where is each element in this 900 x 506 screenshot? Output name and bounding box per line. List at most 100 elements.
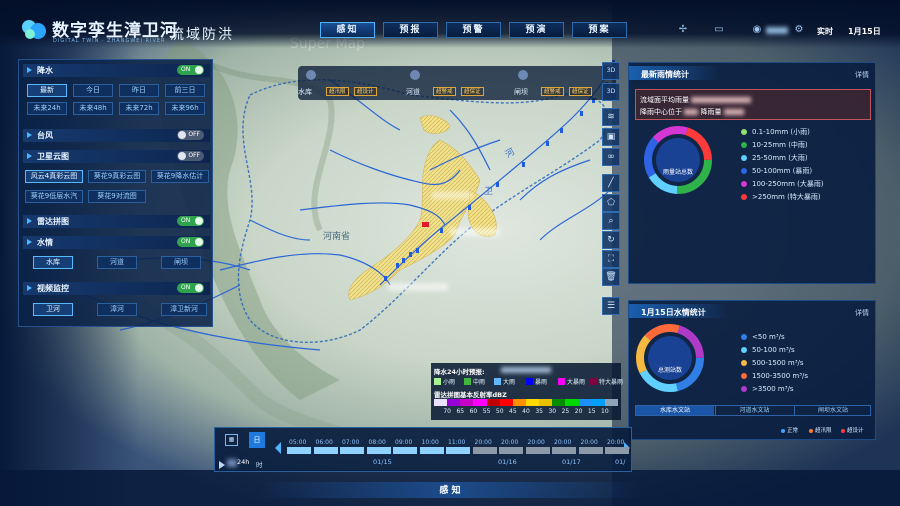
- refresh-icon[interactable]: ↻: [602, 231, 620, 249]
- rain-latest-button[interactable]: 最新: [27, 84, 67, 97]
- timeline-segment[interactable]: [472, 447, 497, 454]
- water-toggle[interactable]: ON: [177, 237, 204, 247]
- badge-sluice-over-warning: 超警戒: [541, 87, 564, 96]
- timeline-segment[interactable]: [552, 447, 576, 454]
- rain-toggle[interactable]: ON: [177, 65, 204, 75]
- fit-icon[interactable]: ⛶: [602, 250, 620, 268]
- timeline-segment[interactable]: [366, 447, 391, 454]
- tab-perceive[interactable]: 感知: [320, 22, 375, 38]
- rain-level-swatch: [434, 378, 441, 385]
- user-icon[interactable]: ◉: [750, 23, 764, 37]
- timeline-tick-label: 20:00: [501, 439, 519, 446]
- timeline-tick-label: 07:00: [342, 439, 360, 446]
- water-section-header: 水情 ON: [23, 236, 210, 249]
- rain-next48h-button[interactable]: 未来48h: [73, 102, 113, 115]
- radar-scale-swatch: [578, 399, 593, 406]
- water-sluice-button[interactable]: 闸坝: [161, 256, 201, 269]
- timeline-segment[interactable]: [393, 447, 417, 454]
- alert-marker[interactable]: [422, 222, 429, 227]
- logo-icon: [22, 20, 46, 39]
- timeline-prev-arrow[interactable]: [275, 442, 281, 454]
- rain-legend-item: 50-100mm (暴雨): [741, 166, 812, 176]
- timeline-segment[interactable]: [525, 447, 550, 454]
- typhoon-toggle[interactable]: OFF: [177, 130, 204, 140]
- timeline-segment[interactable]: [605, 447, 629, 454]
- delete-icon[interactable]: 🗑: [602, 268, 620, 286]
- rain-level-item: 小雨: [434, 377, 455, 386]
- ruler-icon[interactable]: ╱: [602, 174, 620, 192]
- tab-plan[interactable]: 预案: [572, 22, 627, 38]
- legend-group-river: 河道: [406, 88, 420, 96]
- video-toggle[interactable]: ON: [177, 283, 204, 293]
- status-legend-bar: 水库 超汛限 超设计 河道 超警戒 超保证 闸坝 超警戒 超保证: [298, 66, 616, 100]
- rain-level-swatch: [464, 378, 471, 385]
- play-button[interactable]: [219, 461, 225, 469]
- tab-forecast[interactable]: 预报: [383, 22, 438, 38]
- rain-radar-legend: 降水24小时预报: 小雨 中雨 大雨 暴雨 大暴雨 特大暴雨 雷达拼图基本反射率dBZ 7…: [431, 363, 623, 420]
- timeline-segment[interactable]: [578, 447, 603, 454]
- water-label: 水情: [37, 238, 53, 247]
- day-mode-button[interactable]: 日: [249, 432, 265, 448]
- rain-level-swatch: [494, 378, 501, 385]
- radar-legend-title: 雷达拼图基本反射率dBZ: [434, 391, 507, 399]
- water-reservoir-button[interactable]: 水库: [33, 256, 73, 269]
- sat-h9-convection-button[interactable]: 葵花9对流图: [88, 190, 146, 203]
- fan-icon[interactable]: ✢: [676, 23, 690, 37]
- rain-3days-button[interactable]: 前三日: [165, 84, 205, 97]
- badge-sluice-over-guarantee: 超保证: [569, 87, 592, 96]
- video-zwxh-button[interactable]: 漳卫新河: [161, 303, 207, 316]
- app-root: Super Map 河南省 河 卫 数字孪生漳卫河 DIGITAL TWIN ·…: [0, 0, 900, 506]
- expand-icon: [27, 153, 32, 159]
- rain-today-button[interactable]: 今日: [73, 84, 113, 97]
- video-weihe-button[interactable]: 卫河: [33, 303, 73, 316]
- header-bar: 数字孪生漳卫河 DIGITAL TWIN · ZHANGWEI RIVER 流域…: [0, 0, 900, 48]
- sat-fy4-button[interactable]: 风云4真彩云图: [25, 170, 83, 183]
- rain-stats-more-link[interactable]: 详情: [855, 70, 869, 80]
- rain-level-swatch: [526, 378, 533, 385]
- rain-next24h-button[interactable]: 未来24h: [27, 102, 67, 115]
- satellite-toggle[interactable]: OFF: [177, 151, 204, 161]
- rain-info-line2-suffix: 降雨量: [700, 108, 722, 116]
- rain-yesterday-button[interactable]: 昨日: [119, 84, 159, 97]
- radar-scale-label: 20: [574, 408, 583, 415]
- sat-h9-truecolor-button[interactable]: 葵花9真彩云图: [88, 170, 146, 183]
- radar-scale-swatch: [473, 399, 488, 406]
- timeline-segment[interactable]: [419, 447, 444, 454]
- tab-river-station[interactable]: 河道水文站: [715, 406, 793, 415]
- timeline-segment[interactable]: [446, 447, 470, 454]
- timeline-segment[interactable]: [313, 447, 338, 454]
- link-icon[interactable]: ∞: [602, 148, 620, 166]
- rain-donut-chart: [644, 126, 712, 194]
- timeline-segment[interactable]: [499, 447, 523, 454]
- water-legend-item: 500-1500 m³/s: [741, 359, 804, 367]
- tab-rehearsal[interactable]: 预演: [509, 22, 564, 38]
- list-icon[interactable]: ☰: [602, 297, 620, 315]
- calendar-icon[interactable]: ▦: [225, 434, 238, 446]
- timeline-segment[interactable]: [287, 447, 311, 454]
- sat-h9-vapor-button[interactable]: 葵花9低层水汽: [25, 190, 83, 203]
- timeline-tick-label: 05:00: [289, 439, 307, 446]
- tab-warning[interactable]: 预警: [446, 22, 501, 38]
- video-zhanghe-button[interactable]: 漳河: [97, 303, 137, 316]
- water-river-button[interactable]: 河道: [97, 256, 137, 269]
- polygon-icon[interactable]: ⬠: [602, 194, 620, 212]
- current-date: 1月15日: [848, 27, 881, 36]
- timeline-tick-label: 06:00: [315, 439, 333, 446]
- layers-icon[interactable]: ≋: [602, 108, 620, 126]
- 3d-alt-button[interactable]: 3D: [602, 83, 620, 101]
- 3d-button[interactable]: 3D: [602, 62, 620, 80]
- timeline-tick-label: 20:00: [474, 439, 492, 446]
- sat-h9-precip-button[interactable]: 葵花9降水估计: [151, 170, 209, 183]
- settings-icon[interactable]: ⚙: [792, 23, 806, 37]
- monitor-icon[interactable]: ▭: [712, 23, 726, 37]
- search-icon[interactable]: ⌕: [602, 212, 620, 230]
- image-icon[interactable]: ▣: [602, 128, 620, 146]
- rain-next96h-button[interactable]: 未来96h: [165, 102, 205, 115]
- timeline-segment[interactable]: [340, 447, 364, 454]
- tab-sluice-station[interactable]: 闸坝水文站: [794, 406, 871, 415]
- rain-next72h-button[interactable]: 未来72h: [119, 102, 159, 115]
- water-stats-more-link[interactable]: 详情: [855, 308, 869, 318]
- tab-reservoir-station[interactable]: 水库水文站: [636, 406, 714, 415]
- radar-toggle[interactable]: ON: [177, 216, 204, 226]
- status-over-design: 超设计: [841, 426, 864, 434]
